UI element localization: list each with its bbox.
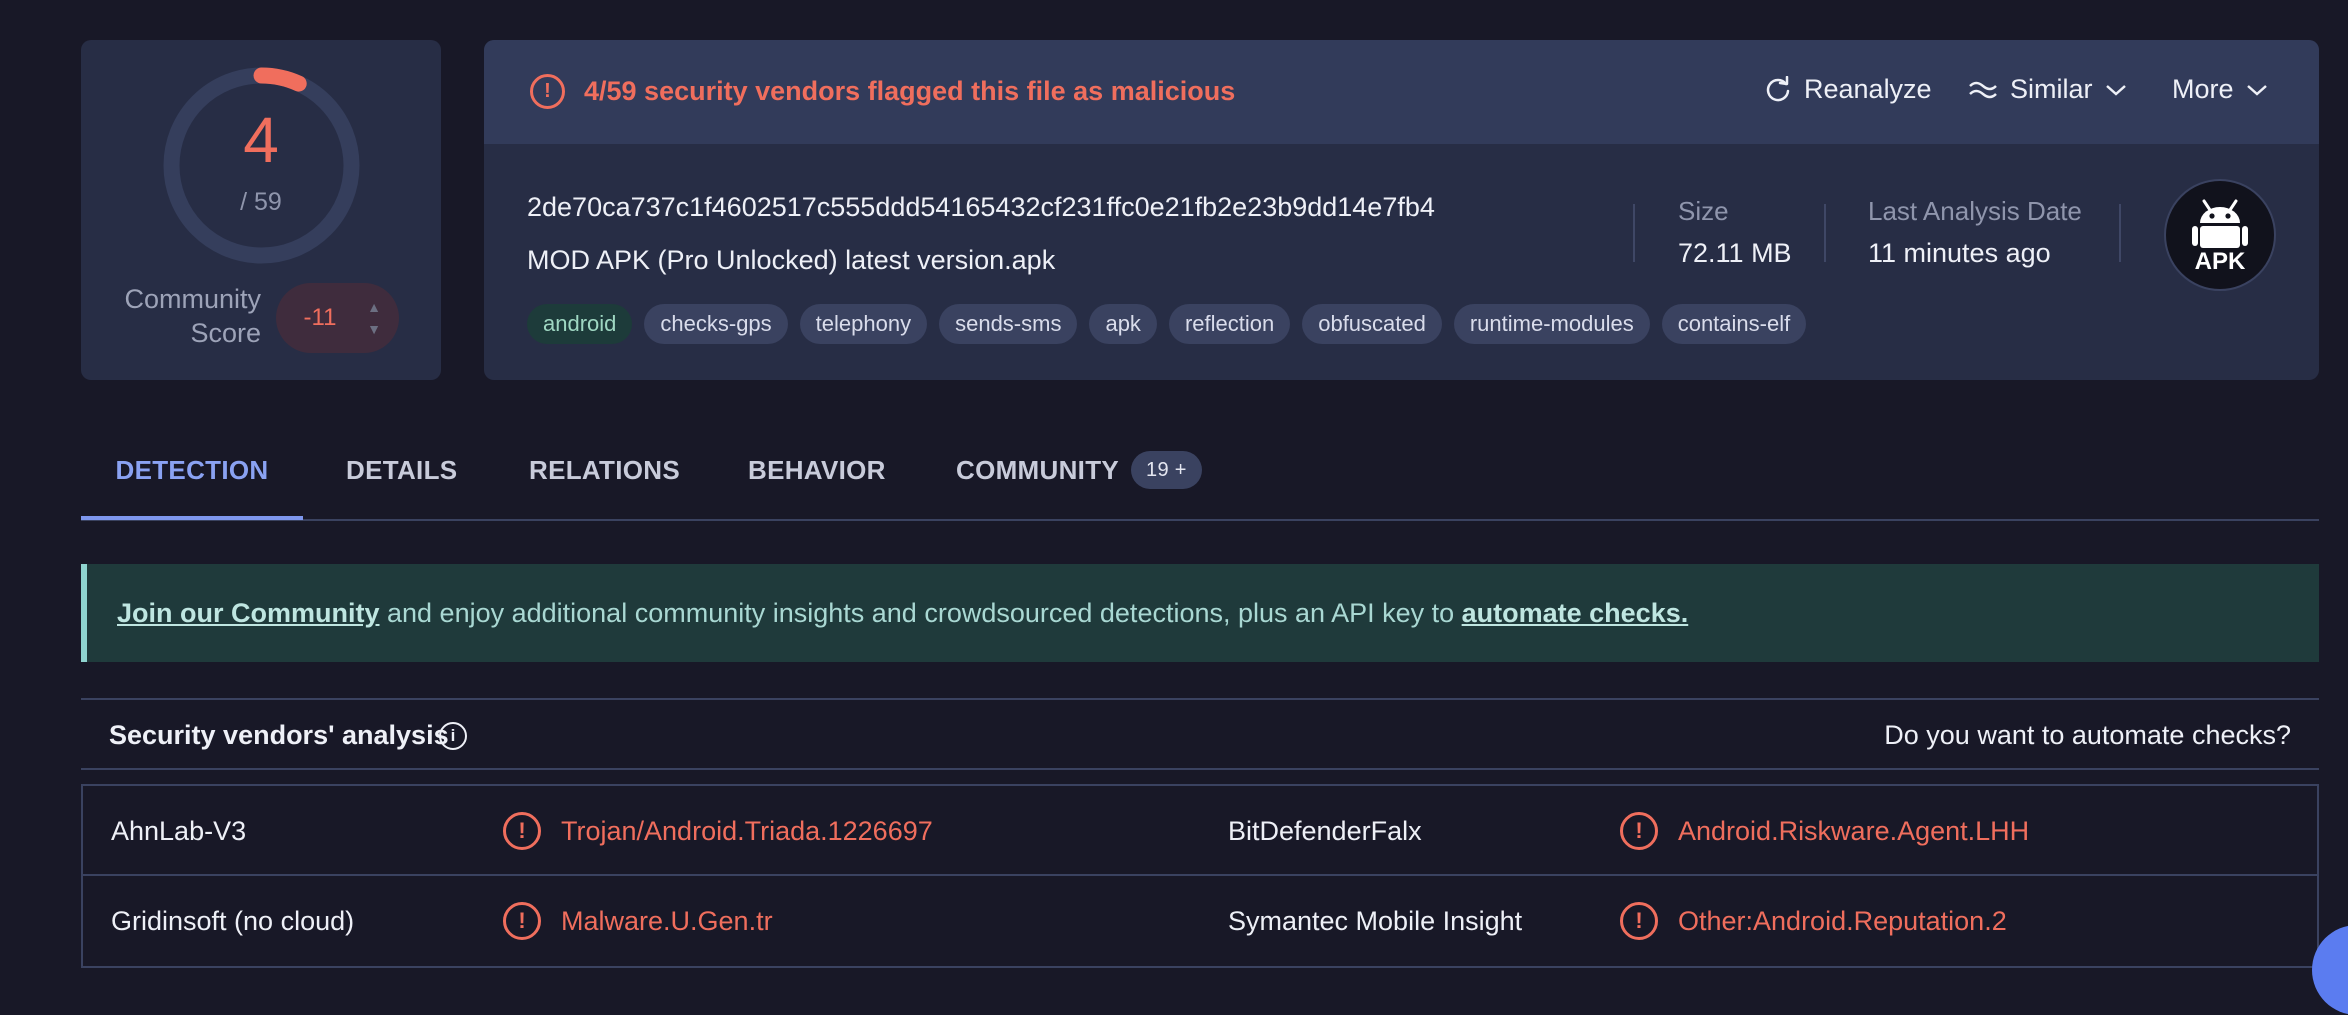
community-label-line1: Community [124,284,261,314]
gauge-arc [253,67,307,92]
community-banner: Join our Community and enjoy additional … [81,564,2319,662]
alert-bar: ! 4/59 security vendors flagged this fil… [484,40,2319,144]
table-row: Gridinsoft (no cloud) ! Malware.U.Gen.tr… [81,876,2319,968]
tag[interactable]: contains-elf [1661,304,1807,344]
vendor-total: / 59 [240,188,282,216]
score-card: 4 / 59 Community Score -11 ▲ ▼ [81,40,441,380]
vote-up-icon[interactable]: ▲ [364,299,384,315]
more-button[interactable]: More [2172,74,2268,105]
vendors-header: Security vendors' analysis i Do you want… [81,698,2319,770]
tag[interactable]: runtime-modules [1453,304,1650,344]
detection-count: 4 [243,104,279,176]
tab-relations[interactable]: RELATIONS [529,440,680,520]
table-row: AhnLab-V3 ! Trojan/Android.Triada.122669… [81,784,2319,876]
tab-community-label: COMMUNITY [956,455,1120,485]
tag[interactable]: android [527,304,633,344]
tab-community[interactable]: COMMUNITY 19 + [956,440,1202,520]
chevron-down-icon [2246,84,2267,96]
comment-count-badge: 19 + [1131,451,1202,489]
banner-text: Join our Community and enjoy additional … [117,564,1688,662]
banner-middle-text: and enjoy additional community insights … [379,598,1462,628]
last-analysis-label: Last Analysis Date [1868,196,2082,226]
tag[interactable]: apk [1089,304,1157,344]
tab-bar: DETECTION DETAILS RELATIONS BEHAVIOR COM… [81,440,2319,521]
tag[interactable]: telephony [799,304,928,344]
info-icon[interactable]: i [439,722,467,750]
alert-text: 4/59 security vendors flagged this file … [584,76,1236,106]
malicious-icon: ! [503,902,541,940]
vendor-result: ! Trojan/Android.Triada.1226697 [503,786,933,876]
reanalyze-label: Reanalyze [1804,74,1932,104]
automate-checks-link[interactable]: automate checks. [1462,598,1689,628]
chevron-down-icon [2105,84,2126,96]
tag[interactable]: sends-sms [939,304,1078,344]
tab-behavior[interactable]: BEHAVIOR [748,440,886,520]
divider [1824,204,1826,262]
divider [2119,204,2121,262]
automate-checks-prompt[interactable]: Do you want to automate checks? [1884,720,2291,751]
tag[interactable]: checks-gps [644,304,788,344]
result-label: Malware.U.Gen.tr [561,905,773,936]
community-score-widget[interactable]: -11 ▲ ▼ [276,283,399,353]
result-label: Trojan/Android.Triada.1226697 [561,815,933,846]
alert-icon: ! [530,74,565,109]
vendor-results-table: AhnLab-V3 ! Trojan/Android.Triada.122669… [81,784,2319,968]
tab-details[interactable]: DETAILS [346,440,457,520]
file-name: MOD APK (Pro Unlocked) latest version.ap… [527,245,1056,275]
malicious-icon: ! [1620,902,1658,940]
vote-down-icon[interactable]: ▼ [364,321,384,337]
last-analysis-value: 11 minutes ago [1868,238,2051,268]
refresh-icon [1766,75,1790,101]
similar-label: Similar [2010,74,2093,104]
malicious-icon: ! [503,812,541,850]
vendor-name: Gridinsoft (no cloud) [111,906,355,936]
similar-button[interactable]: Similar [1968,74,2127,105]
android-icon: APK [2192,199,2248,275]
size-label: Size [1678,196,1729,226]
file-summary-card: ! 4/59 security vendors flagged this fil… [484,40,2319,380]
vendor-result: ! Malware.U.Gen.tr [503,876,773,966]
tag[interactable]: obfuscated [1302,304,1442,344]
malicious-icon: ! [1620,812,1658,850]
file-hash[interactable]: 2de70ca737c1f4602517c555ddd54165432cf231… [527,192,1435,223]
community-score-value: -11 [303,304,337,331]
tab-detection[interactable]: DETECTION [81,440,303,520]
divider [1633,204,1635,262]
size-value: 72.11 MB [1678,238,1792,268]
more-label: More [2172,74,2234,104]
community-label-line2: Score [190,318,261,348]
reanalyze-button[interactable]: Reanalyze [1764,74,1932,105]
vendors-title: Security vendors' analysis [109,720,449,750]
similar-icon [1969,81,1997,98]
vendor-result: ! Other:Android.Reputation.2 [1620,876,2007,966]
apk-file-type-icon: APK [2164,179,2276,291]
vendor-result: ! Android.Riskware.Agent.LHH [1620,786,2029,876]
result-label: Android.Riskware.Agent.LHH [1678,815,2030,846]
apk-label: APK [2195,248,2246,275]
join-community-link[interactable]: Join our Community [117,598,380,628]
vendor-name: AhnLab-V3 [111,816,247,846]
vendor-name: Symantec Mobile Insight [1228,906,1523,936]
community-score-label: Community Score [124,282,261,350]
vendor-name: BitDefenderFalx [1228,816,1422,846]
tag-list: android checks-gps telephony sends-sms apk re… [527,304,1807,344]
tag[interactable]: reflection [1168,304,1291,344]
result-label: Other:Android.Reputation.2 [1678,905,2007,936]
